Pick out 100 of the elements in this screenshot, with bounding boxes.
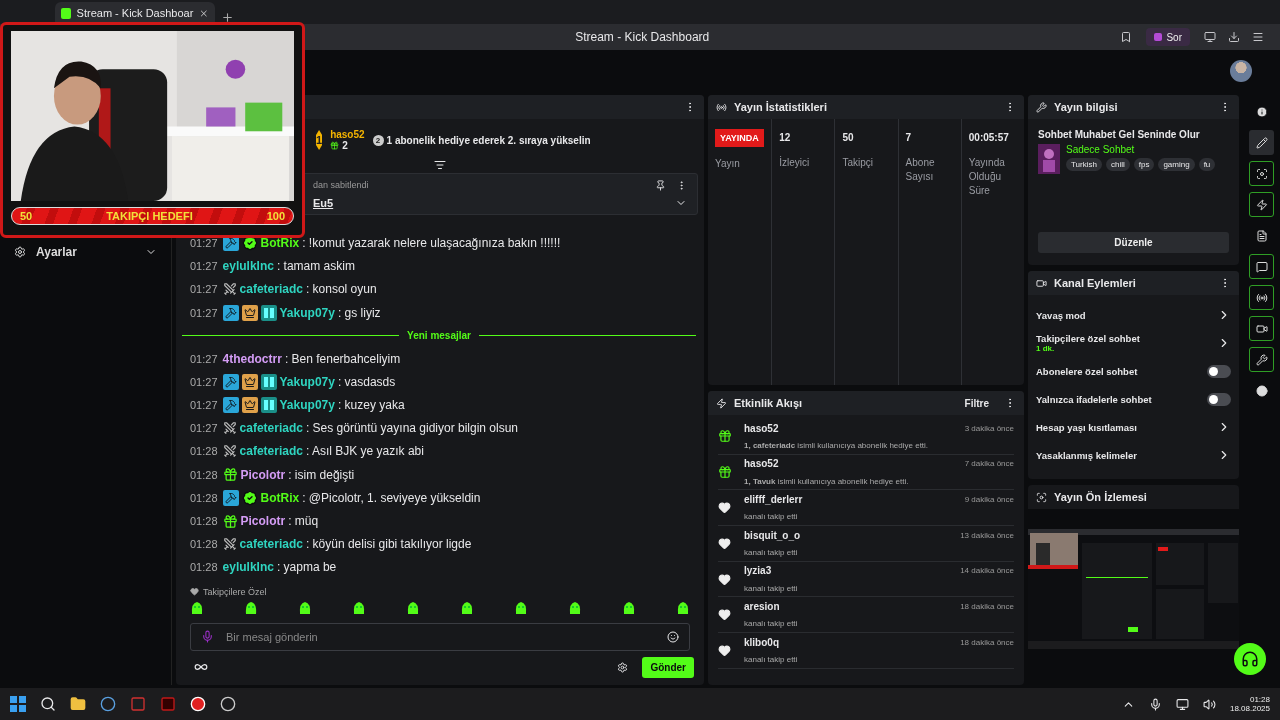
panel-toggle-button[interactable] (1249, 316, 1274, 341)
toggle-switch[interactable] (1207, 392, 1231, 406)
microphone-icon[interactable] (1148, 697, 1162, 711)
stat-value: 50 (842, 131, 855, 145)
rank-medal: 1 (316, 130, 323, 150)
emote-icon[interactable] (676, 601, 690, 615)
username[interactable]: cafeteriadc (239, 537, 303, 552)
ask-icon (1154, 33, 1163, 41)
message-time: 01:28 (190, 445, 218, 458)
username[interactable]: Yakup07y (279, 305, 335, 320)
pinned-text: Eu5 (313, 196, 335, 209)
panel-toggle-button[interactable] (1249, 254, 1274, 279)
clock-date: 18.08.2025 (1229, 704, 1270, 713)
event-time: 14 dakika önce (960, 566, 1014, 576)
menu-icon[interactable] (1252, 31, 1264, 43)
windows-icon[interactable] (10, 696, 26, 712)
username[interactable]: eylulkInc (222, 259, 274, 274)
emote-icon[interactable] (298, 601, 312, 615)
emote-icon[interactable] (460, 601, 474, 615)
help-button[interactable] (1234, 643, 1266, 675)
pin-icon[interactable] (655, 179, 666, 191)
username[interactable]: Picolotr (240, 467, 286, 482)
event-user[interactable]: haso52 (744, 458, 961, 470)
panel-toggle-button[interactable] (1249, 192, 1274, 217)
rank-badge: 2 (372, 134, 384, 146)
username[interactable]: cafeteriadc (239, 421, 303, 436)
panel-toggle-button[interactable] (1249, 347, 1274, 372)
username[interactable]: cafeteriadc (239, 282, 303, 297)
tag[interactable]: gaming (1158, 158, 1195, 171)
settings-icon[interactable] (617, 661, 629, 673)
emote-icon[interactable] (622, 601, 636, 615)
username[interactable]: eylulkInc (222, 560, 274, 575)
emote-icon[interactable] (190, 601, 204, 615)
close-icon[interactable] (199, 7, 209, 19)
panel-title: Yayın İstatistikleri (734, 101, 828, 113)
broadcast-icon (716, 101, 727, 113)
browser-icon[interactable] (190, 696, 206, 712)
category-link[interactable]: Sadece Sohbet (1066, 144, 1216, 155)
browser-tab[interactable]: Stream - Kick Dashboar (55, 2, 215, 24)
toggle-switch[interactable] (1207, 364, 1231, 378)
tag[interactable]: Turkish (1066, 158, 1102, 171)
download-icon[interactable] (1228, 31, 1240, 43)
event-user[interactable]: haso52 (744, 422, 961, 434)
event-user[interactable]: bisquit_o_o (744, 529, 957, 541)
emote-icon[interactable] (514, 601, 528, 615)
avatar-icon[interactable] (1230, 60, 1252, 82)
edit-button[interactable]: Düzenle (1038, 232, 1229, 253)
username[interactable]: BotRix (260, 490, 300, 505)
message-input[interactable]: Bir mesaj gönderin (190, 623, 690, 651)
network-icon[interactable] (1175, 697, 1189, 711)
filter-icon[interactable] (434, 159, 446, 171)
username[interactable]: BotRix (260, 235, 300, 250)
panel-toggle-button[interactable] (1249, 161, 1274, 186)
emote-icon[interactable] (352, 601, 366, 615)
event-detail: 1, cafeteriadc isimli kullanıcıya abonelik hediye etti. (744, 441, 930, 450)
new-tab-icon[interactable] (221, 11, 234, 24)
event-time: 3 dakika önce (964, 423, 1014, 433)
username[interactable]: Yakup07y (279, 374, 335, 389)
gift-icon (718, 429, 732, 444)
heart-icon (718, 501, 731, 515)
heart-icon (718, 643, 731, 657)
ask-button[interactable]: Sor (1146, 28, 1190, 46)
stream-title: Sohbet Muhabet Gel Seninde Olur (1038, 129, 1201, 140)
volume-icon[interactable] (1202, 697, 1216, 711)
event-user[interactable]: klibo0q (744, 636, 957, 648)
tag[interactable]: chill (1105, 158, 1130, 171)
search-icon[interactable] (40, 696, 56, 712)
username[interactable]: 4thedoctrr (222, 351, 282, 366)
tag[interactable]: fu (1198, 158, 1216, 171)
emote-icon[interactable] (568, 601, 582, 615)
panel-toggle-button[interactable] (1249, 285, 1274, 310)
event-user[interactable]: elifff_derlerr (744, 494, 961, 506)
emoji-icon[interactable] (667, 630, 679, 643)
message-text: : müq (288, 514, 319, 528)
gift-icon (330, 141, 340, 150)
document-icon (1255, 229, 1268, 242)
emote-icon[interactable] (244, 601, 258, 615)
username[interactable]: Yakup07y (279, 398, 335, 413)
event-user[interactable]: aresion (744, 601, 957, 613)
badge-icon (260, 304, 277, 321)
emote-icon[interactable] (406, 601, 420, 615)
send-button[interactable]: Gönder (642, 656, 694, 678)
headset-icon (1241, 650, 1259, 668)
app-icon[interactable] (100, 696, 116, 712)
message-field[interactable]: Bir mesaj gönderin (224, 629, 657, 644)
gift-icon (222, 513, 238, 529)
event-user[interactable]: lyzia3 (744, 565, 957, 577)
screen-icon[interactable] (1204, 31, 1216, 43)
username[interactable]: Picolotr (240, 514, 286, 528)
filter-button[interactable]: Filtre (964, 397, 989, 409)
username[interactable]: cafeteriadc (239, 444, 303, 459)
message-time: 01:28 (190, 561, 218, 574)
folder-icon[interactable] (70, 696, 86, 712)
event-detail: kanalı takip etti (744, 512, 799, 522)
message-text: : tamam askim (276, 259, 355, 274)
bookmark-icon[interactable] (1120, 31, 1133, 43)
settings-item[interactable]: Ayarlar (0, 245, 171, 259)
tag[interactable]: fps (1133, 158, 1155, 171)
panel-toggle-button[interactable] (1249, 130, 1274, 155)
panel-title: Kanal Eylemleri (1054, 277, 1137, 289)
